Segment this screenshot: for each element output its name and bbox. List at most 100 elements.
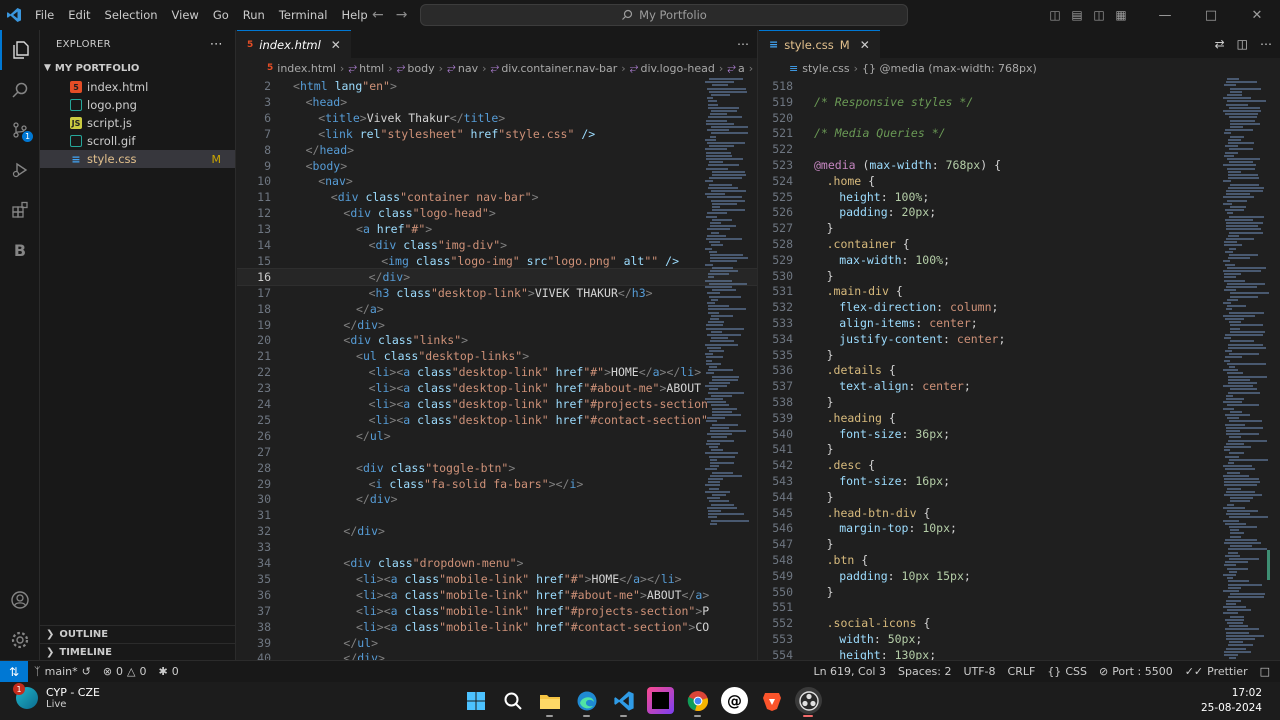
code-line[interactable]: 36 <li><a class"mobile-link" href"#about-… [237, 587, 757, 603]
split-editor-icon[interactable]: ◫ [1237, 37, 1248, 51]
code-line[interactable]: 534 justify-content: center; [759, 331, 1280, 347]
jetbrains-ide-icon[interactable] [647, 687, 674, 714]
code-line[interactable]: 32 </div> [237, 523, 757, 539]
code-line[interactable]: 547} [759, 536, 1280, 552]
close-icon[interactable]: ✕ [860, 38, 870, 52]
breadcrumb-item[interactable]: div.logo-head [640, 62, 714, 75]
toggle-secondary-sidebar-icon[interactable]: ◫ [1088, 0, 1110, 30]
code-line[interactable]: 519 /* Responsive styles */ [759, 94, 1280, 110]
more-actions-icon[interactable]: ⋯ [1260, 37, 1272, 51]
search-icon[interactable] [499, 687, 526, 714]
more-actions-icon[interactable]: ⋯ [737, 37, 749, 51]
code-line[interactable]: 19 </div> [237, 317, 757, 333]
code-line[interactable]: 34 <div class"dropdown-menu"> [237, 555, 757, 571]
breadcrumb-item[interactable]: index.html [277, 62, 336, 75]
menu-go[interactable]: Go [206, 0, 236, 30]
breadcrumb-item[interactable]: style.css [802, 62, 849, 75]
code-line[interactable]: 16 </div> [237, 267, 757, 286]
code-line[interactable]: 525 height: 100%; [759, 189, 1280, 205]
code-line[interactable]: 9 <body> [237, 158, 757, 174]
code-line[interactable]: 40 </div> [237, 650, 757, 660]
code-line[interactable]: 29 <i class"fa-solid fa-bars"></i> [237, 476, 757, 492]
system-clock[interactable]: 17:02 25-08-2024 [1201, 686, 1262, 716]
run-debug-icon[interactable] [0, 150, 40, 190]
explorer-icon[interactable] [0, 30, 40, 70]
breadcrumb-item[interactable]: {} @media (max-width: 768px) [862, 62, 1037, 75]
code-line[interactable]: 10 <nav> [237, 173, 757, 189]
code-line[interactable]: 536 .details { [759, 362, 1280, 378]
code-line[interactable]: 38 <li><a class"mobile-link" href"#contac… [237, 619, 757, 635]
code-line[interactable]: 526 padding: 20px; [759, 204, 1280, 220]
source-control-icon[interactable]: 1 [0, 110, 40, 150]
breadcrumb-item[interactable]: body [407, 62, 434, 75]
code-line[interactable]: 22 <li><a class"desktop-link" href"#">HOM… [237, 364, 757, 380]
prettier-status[interactable]: ✓✓ Prettier [1179, 665, 1254, 678]
code-line[interactable]: 549 padding: 10px 15px; [759, 568, 1280, 584]
code-line[interactable]: 545 .head-btn-div { [759, 505, 1280, 521]
customize-layout-icon[interactable]: ▦ [1110, 0, 1132, 30]
menu-help[interactable]: Help [334, 0, 374, 30]
code-editor-html[interactable]: 2 <html lang"en"> 3 <head> 6 <title>Vivek Tha… [237, 78, 757, 660]
code-line[interactable]: 31 [237, 507, 757, 523]
live-server-port[interactable]: ⊘ Port : 5500 [1093, 665, 1179, 678]
code-line[interactable]: 6 <title>Vivek Thakur</title> [237, 110, 757, 126]
code-line[interactable]: 552 .social-icons { [759, 615, 1280, 631]
code-line[interactable]: 533 align-items: center; [759, 315, 1280, 331]
chrome-browser-icon[interactable] [684, 687, 711, 717]
compare-changes-icon[interactable]: ⇄ [1215, 37, 1225, 51]
indentation[interactable]: Spaces: 2 [892, 665, 957, 678]
branch-indicator[interactable]: ᛉ main* ↺ [28, 665, 97, 678]
breadcrumb-item[interactable]: a [738, 62, 745, 75]
code-line[interactable]: 551 [759, 599, 1280, 615]
maximize-icon[interactable]: □ [1188, 0, 1234, 30]
settings-gear-icon[interactable] [0, 620, 40, 660]
vscode-taskbar-icon[interactable] [610, 687, 637, 717]
extensions-icon[interactable] [0, 190, 40, 230]
code-editor-css[interactable]: 518 519 /* Responsive styles */ 520 521 /* Me… [759, 78, 1280, 660]
code-line[interactable]: 8 </head> [237, 142, 757, 158]
menu-edit[interactable]: Edit [61, 0, 97, 30]
cursor-position[interactable]: Ln 619, Col 3 [807, 665, 892, 678]
code-line[interactable]: 18 </a> [237, 301, 757, 317]
code-line[interactable]: 37 <li><a class"mobile-link" href"#projec… [237, 603, 757, 619]
file-item-index-html[interactable]: 5 index.html [40, 78, 235, 96]
edge-browser-icon[interactable] [573, 687, 600, 717]
tab-index-html[interactable]: 5 index.html ✕ [237, 30, 351, 58]
code-line[interactable]: 538} [759, 394, 1280, 410]
code-line[interactable]: 27 [237, 444, 757, 460]
code-line[interactable]: 529 max-width: 100%; [759, 252, 1280, 268]
file-item-logo-png[interactable]: logo.png [40, 96, 235, 114]
menu-file[interactable]: File [28, 0, 61, 30]
code-line[interactable]: 543 font-size: 16px; [759, 473, 1280, 489]
close-window-icon[interactable]: ✕ [1234, 0, 1280, 30]
code-line[interactable]: 39 </ul> [237, 635, 757, 651]
command-center-search[interactable]: My Portfolio [420, 4, 908, 26]
code-line[interactable]: 26 </ul> [237, 428, 757, 444]
remote-indicator-icon[interactable]: ⇅ [0, 660, 28, 683]
file-item-style-css[interactable]: ≡ style.css M [40, 150, 235, 168]
code-line[interactable]: 553 width: 50px; [759, 631, 1280, 647]
bootstrap-extension-icon[interactable]: B [0, 230, 40, 270]
menu-selection[interactable]: Selection [98, 0, 165, 30]
menu-view[interactable]: View [165, 0, 206, 30]
problems-indicator[interactable]: ⊗ 0 △ 0 [97, 665, 153, 678]
file-explorer-icon[interactable] [536, 687, 563, 717]
code-line[interactable]: 546 margin-top: 10px; [759, 520, 1280, 536]
code-line[interactable]: 21 <ul class"desktop-links"> [237, 348, 757, 364]
file-item-script-js[interactable]: JS script.js [40, 114, 235, 132]
weather-widget[interactable]: 1 CYP - CZE Live [13, 683, 100, 710]
breadcrumb-item[interactable]: html [359, 62, 384, 75]
code-line[interactable]: 33 [237, 539, 757, 555]
close-icon[interactable]: ✕ [331, 38, 341, 52]
brave-browser-icon[interactable] [758, 687, 785, 714]
code-line[interactable]: 13 <a href"#"> [237, 221, 757, 237]
code-line[interactable]: 554 height: 130px; [759, 647, 1280, 660]
code-line[interactable]: 20 <div class"links"> [237, 332, 757, 348]
threads-app-icon[interactable]: @ [721, 687, 748, 714]
code-line[interactable]: 524 .home { [759, 173, 1280, 189]
code-line[interactable]: 521 /* Media Queries */ [759, 125, 1280, 141]
code-line[interactable]: 541} [759, 441, 1280, 457]
code-line[interactable]: 24 <li><a class"desktop-link" href"#proje… [237, 396, 757, 412]
code-line[interactable]: 539 .heading { [759, 410, 1280, 426]
code-line[interactable]: 527} [759, 220, 1280, 236]
